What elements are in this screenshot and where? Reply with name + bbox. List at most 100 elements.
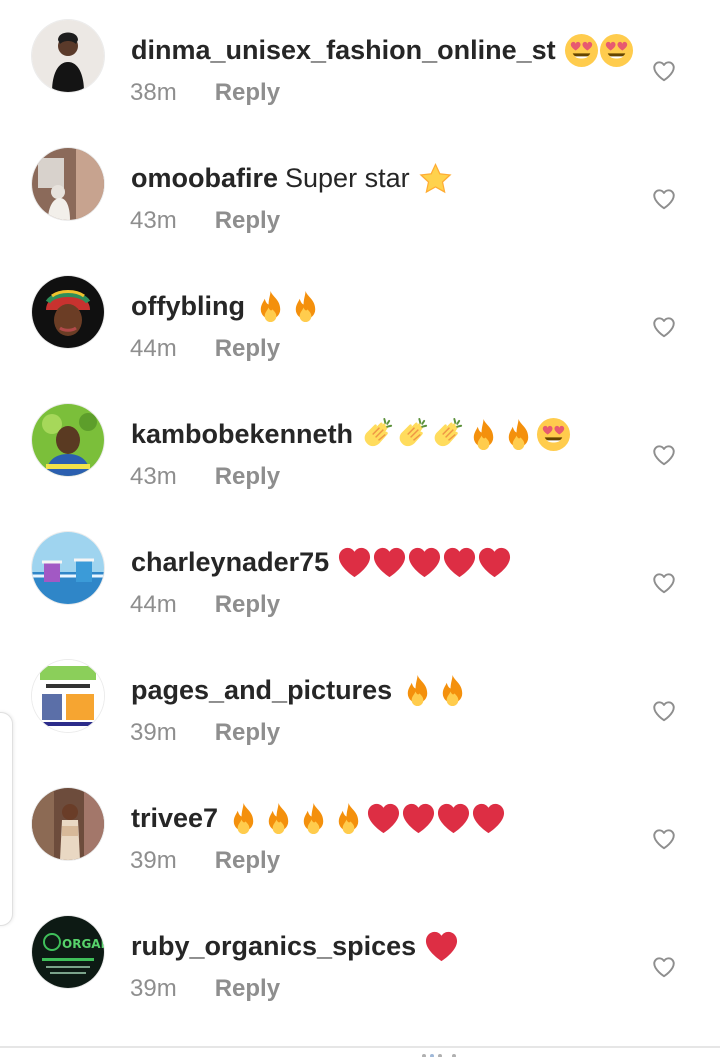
heart-eyes-emoji [564,33,599,68]
fire-emoji [400,673,435,708]
comment-text: Super star [285,163,410,193]
next-comment-peek [422,1054,456,1057]
comment-username[interactable]: kambobekenneth [131,414,353,454]
red-heart-emoji [436,801,471,836]
fire-emoji [466,417,501,452]
comment-username[interactable]: dinma_unisex_fashion_online_st [131,30,556,70]
comment-emojis [564,33,634,68]
comment-meta: 39m Reply [130,718,280,748]
clap-emoji [361,417,396,452]
comment-time: 44m [130,591,177,618]
comment-time: 43m [130,463,177,490]
comment-username[interactable]: omoobafire [131,158,278,198]
comment-emojis [424,929,459,964]
bottom-divider [0,1046,720,1048]
red-heart-emoji [407,545,442,580]
comment-username[interactable]: charleynader75 [131,542,329,582]
comment-time: 38m [130,79,177,106]
red-heart-emoji [424,929,459,964]
avatar-man-green[interactable] [32,404,104,476]
reply-button[interactable]: Reply [215,590,280,620]
red-heart-emoji [337,545,372,580]
comment-line: omoobafire Super star [131,158,453,198]
comment-username[interactable]: pages_and_pictures [131,670,392,710]
red-heart-emoji [372,545,407,580]
comment-row: ORGANICS ruby_organics_spices 39m Reply [0,916,720,1048]
comment-row: kambobekenneth 43m Reply [0,404,720,536]
fire-emoji [261,801,296,836]
comment-time: 44m [130,335,177,362]
comment-row: charleynader75 44m Reply [0,532,720,664]
like-heart-icon[interactable] [651,826,677,852]
red-heart-emoji [401,801,436,836]
comment-meta: 44m Reply [130,590,280,620]
side-panel-edge[interactable] [0,712,13,926]
avatar-room[interactable] [32,148,104,220]
comment-time: 39m [130,847,177,874]
comment-meta: 43m Reply [130,462,280,492]
comment-line: dinma_unisex_fashion_online_st [131,30,634,70]
comment-time: 39m [130,975,177,1002]
comment-time: 43m [130,207,177,234]
fire-emoji [296,801,331,836]
comment-line: offybling [131,286,323,326]
avatar-organics-logo[interactable]: ORGANICS [32,916,104,988]
red-heart-emoji [477,545,512,580]
comment-meta: 38m Reply [130,78,280,108]
comment-meta: 44m Reply [130,334,280,364]
reply-button[interactable]: Reply [215,846,280,876]
fire-emoji [288,289,323,324]
reply-button[interactable]: Reply [215,334,280,364]
svg-text:ORGANICS: ORGANICS [62,937,104,951]
like-heart-icon[interactable] [651,570,677,596]
comment-meta: 43m Reply [130,206,280,236]
comment-emojis [418,161,453,196]
fire-emoji [331,801,366,836]
like-heart-icon[interactable] [651,698,677,724]
comment-meta: 39m Reply [130,974,280,1004]
comment-line: kambobekenneth [131,414,571,454]
comment-time: 39m [130,719,177,746]
star-emoji [418,161,453,196]
like-heart-icon[interactable] [651,442,677,468]
reply-button[interactable]: Reply [215,78,280,108]
reply-button[interactable]: Reply [215,206,280,236]
red-heart-emoji [366,801,401,836]
comment-emojis [226,801,506,836]
red-heart-emoji [471,801,506,836]
comment-row: omoobafire Super star 43m Reply [0,148,720,280]
comment-line: pages_and_pictures [131,670,470,710]
avatar-beach[interactable] [32,532,104,604]
like-heart-icon[interactable] [651,314,677,340]
avatar-woman-black-dress[interactable] [32,20,104,92]
comment-line: ruby_organics_spices [131,926,459,966]
comment-emojis [253,289,323,324]
comment-emojis [337,545,512,580]
like-heart-icon[interactable] [651,954,677,980]
avatar-woman-shop[interactable] [32,788,104,860]
red-heart-emoji [442,545,477,580]
reply-button[interactable]: Reply [215,974,280,1004]
avatar-headwrap[interactable] [32,276,104,348]
like-heart-icon[interactable] [651,58,677,84]
fire-emoji [501,417,536,452]
comment-emojis [400,673,470,708]
avatar-flyer[interactable] [32,660,104,732]
reply-button[interactable]: Reply [215,462,280,492]
heart-eyes-emoji [599,33,634,68]
comment-row: trivee7 39m Reply [0,788,720,920]
comment-line: trivee7 [131,798,506,838]
comment-row: pages_and_pictures 39m Reply [0,660,720,792]
reply-button[interactable]: Reply [215,718,280,748]
comment-username[interactable]: trivee7 [131,798,218,838]
comment-row: offybling 44m Reply [0,276,720,408]
comment-emojis [361,417,571,452]
comment-username[interactable]: offybling [131,286,245,326]
fire-emoji [226,801,261,836]
fire-emoji [253,289,288,324]
comment-meta: 39m Reply [130,846,280,876]
like-heart-icon[interactable] [651,186,677,212]
fire-emoji [435,673,470,708]
comment-row: dinma_unisex_fashion_online_st 38m Reply [0,20,720,152]
comment-username[interactable]: ruby_organics_spices [131,926,416,966]
